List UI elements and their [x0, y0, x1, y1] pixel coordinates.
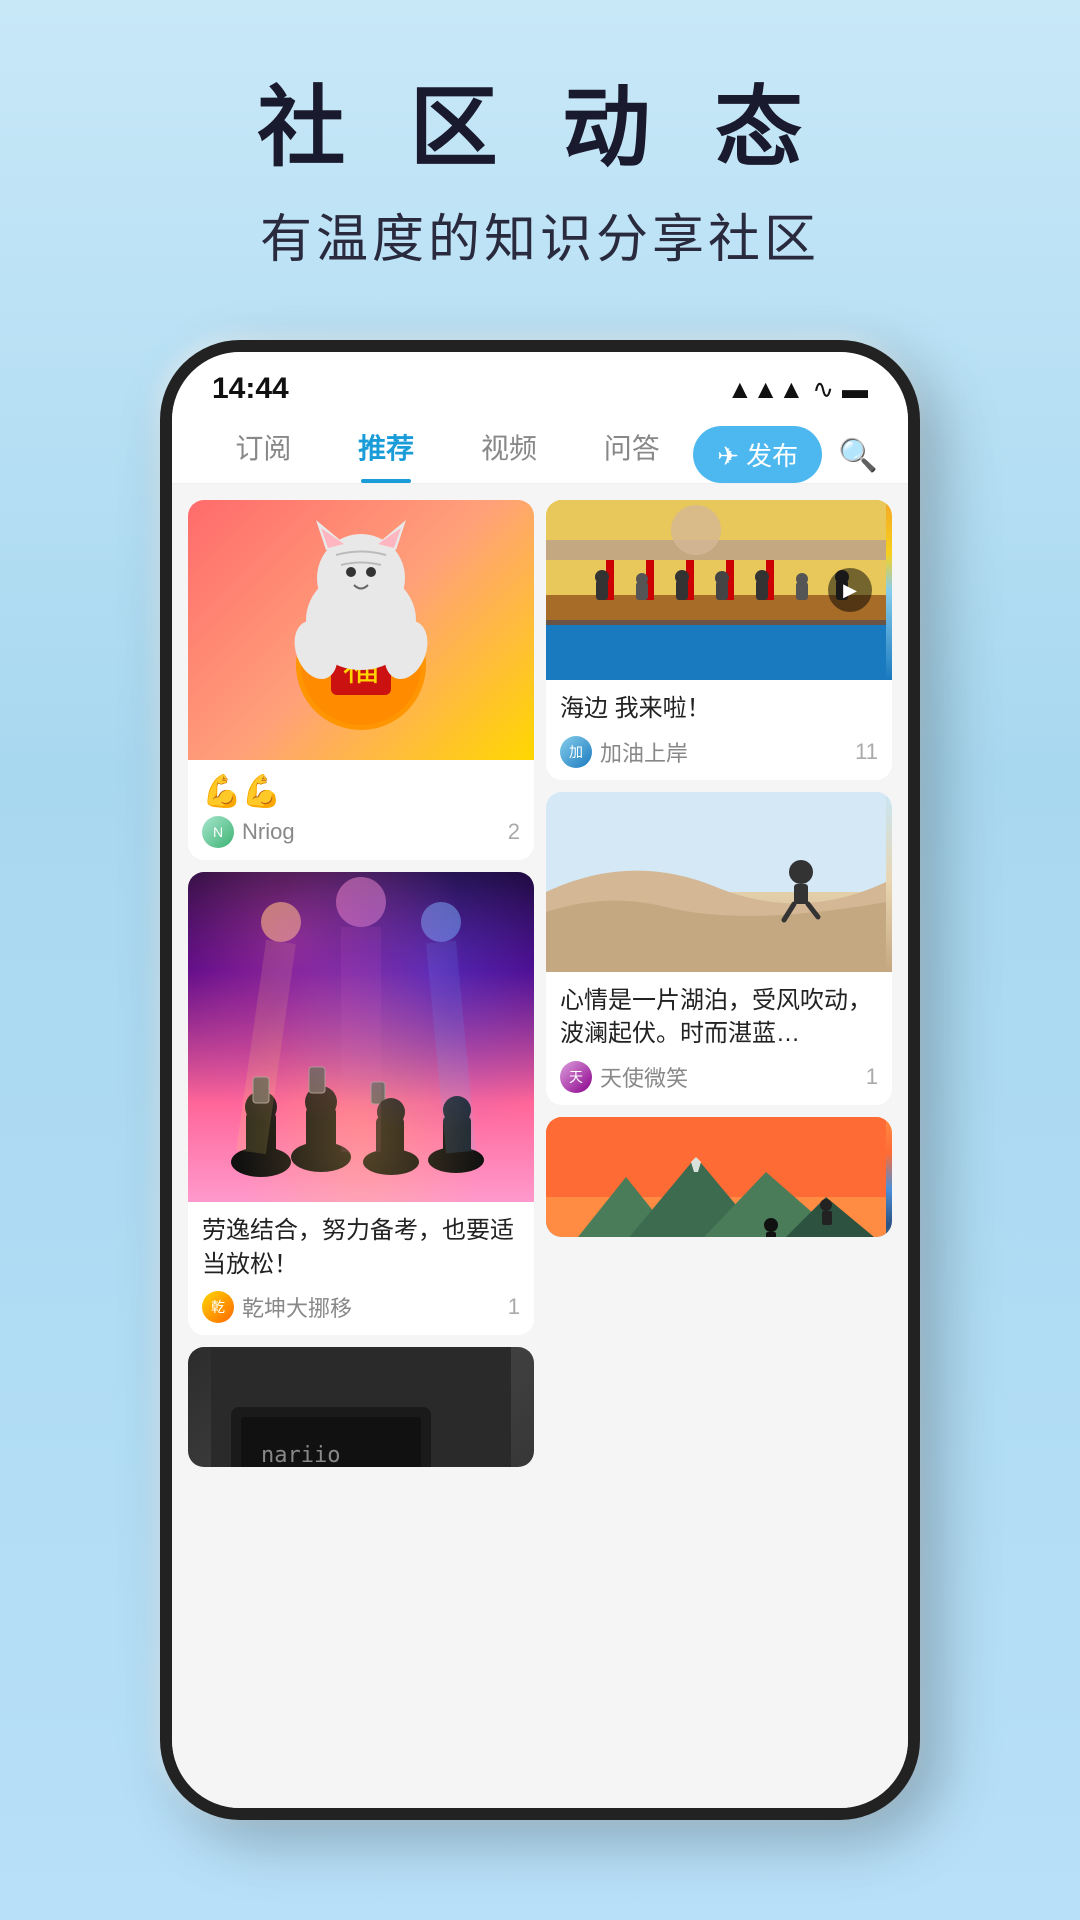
- desert-post-count: 1: [866, 1064, 878, 1090]
- desert-image: [546, 792, 892, 972]
- publish-button[interactable]: ✈ 发布: [693, 426, 822, 483]
- phone-mockup: 14:44 ▲▲▲ ∿ ▬ 订阅 推荐 视频 问答 ✈ 发布: [160, 340, 920, 1820]
- mountain-svg: [546, 1117, 886, 1237]
- sea-image: ▶: [546, 500, 892, 680]
- desert-svg: [546, 792, 886, 972]
- concert-card-body: 劳逸结合，努力备考，也要适当放松！ 乾 乾坤大挪移 1: [188, 1202, 534, 1335]
- sea-card-body: 海边 我来啦！ 加 加油上岸 11: [546, 680, 892, 780]
- signal-icon: ▲▲▲: [727, 374, 804, 405]
- cat-card-footer: N Nriog 2: [202, 816, 520, 848]
- cat-image: 福: [188, 500, 534, 760]
- right-column: ▶ 海边 我来啦！ 加 加油上岸 11: [546, 500, 892, 1794]
- sea-title: 海边 我来啦！: [560, 692, 878, 726]
- desk-svg: nariio: [211, 1347, 511, 1467]
- concert-author: 乾 乾坤大挪移: [202, 1291, 352, 1323]
- desk-post-card[interactable]: nariio: [188, 1347, 534, 1467]
- desk-image: nariio: [188, 1347, 534, 1467]
- search-button[interactable]: 🔍: [838, 436, 878, 474]
- tab-recommend[interactable]: 推荐: [325, 427, 448, 483]
- cat-caption: 💪💪: [202, 772, 520, 810]
- concert-lights: [188, 872, 534, 1202]
- concert-post-card[interactable]: 劳逸结合，努力备考，也要适当放松！ 乾 乾坤大挪移 1: [188, 872, 534, 1335]
- nav-tabs: 订阅 推荐 视频 问答 ✈ 发布 🔍: [172, 416, 908, 484]
- qiankun-name: 乾坤大挪移: [242, 1291, 352, 1323]
- battery-icon: ▬: [842, 374, 868, 405]
- page-title: 社 区 动 态: [0, 80, 1080, 177]
- desert-post-card[interactable]: 心情是一片湖泊，受风吹动，波澜起伏。时而湛蓝… 天 天使微笑 1: [546, 792, 892, 1105]
- nriog-name: Nriog: [242, 819, 295, 845]
- concert-post-count: 1: [508, 1294, 520, 1320]
- cat-post-author: N Nriog: [202, 816, 295, 848]
- tianshi-name: 天使微笑: [600, 1061, 688, 1093]
- cat-illustration: 福: [246, 510, 476, 750]
- page-background: 社 区 动 态 有温度的知识分享社区 14:44 ▲▲▲ ∿ ▬ 订阅 推荐 视…: [0, 0, 1080, 312]
- status-time: 14:44: [212, 372, 289, 406]
- desert-title: 心情是一片湖泊，受风吹动，波澜起伏。时而湛蓝…: [560, 984, 878, 1051]
- nriog-avatar: N: [202, 816, 234, 848]
- sea-post-card[interactable]: ▶ 海边 我来啦！ 加 加油上岸 11: [546, 500, 892, 780]
- desert-card-footer: 天 天使微笑 1: [560, 1061, 878, 1093]
- sea-author: 加 加油上岸: [560, 736, 688, 768]
- wifi-icon: ∿: [812, 374, 834, 405]
- desert-author: 天 天使微笑: [560, 1061, 688, 1093]
- cat-post-card[interactable]: 福: [188, 500, 534, 860]
- concert-title: 劳逸结合，努力备考，也要适当放松！: [202, 1214, 520, 1281]
- play-button[interactable]: ▶: [828, 568, 872, 612]
- concert-card-footer: 乾 乾坤大挪移 1: [202, 1291, 520, 1323]
- tab-qa[interactable]: 问答: [570, 427, 693, 483]
- sea-post-count: 11: [855, 739, 878, 765]
- left-column: 福: [188, 500, 534, 1794]
- jiayou-avatar: 加: [560, 736, 592, 768]
- content-area: 福: [172, 484, 908, 1810]
- status-bar: 14:44 ▲▲▲ ∿ ▬: [172, 352, 908, 416]
- concert-image: [188, 872, 534, 1202]
- cat-card-body: 💪💪 N Nriog 2: [188, 760, 534, 860]
- desert-card-body: 心情是一片湖泊，受风吹动，波澜起伏。时而湛蓝… 天 天使微笑 1: [546, 972, 892, 1105]
- svg-text:nariio: nariio: [261, 1443, 340, 1467]
- status-icons: ▲▲▲ ∿ ▬: [727, 374, 868, 405]
- qiankun-avatar: 乾: [202, 1291, 234, 1323]
- tab-video[interactable]: 视频: [448, 427, 571, 483]
- tab-subscribe[interactable]: 订阅: [202, 427, 325, 483]
- page-subtitle: 有温度的知识分享社区: [0, 197, 1080, 272]
- sea-card-footer: 加 加油上岸 11: [560, 736, 878, 768]
- mountain-post-card[interactable]: 生活中的幸福在于感恩和分享。感激身边的人和事，…: [546, 1117, 892, 1237]
- tianshi-avatar: 天: [560, 1061, 592, 1093]
- jiayou-name: 加油上岸: [600, 736, 688, 768]
- cat-post-count: 2: [508, 819, 520, 845]
- page-title-area: 社 区 动 态 有温度的知识分享社区: [0, 0, 1080, 312]
- mountain-image: [546, 1117, 892, 1237]
